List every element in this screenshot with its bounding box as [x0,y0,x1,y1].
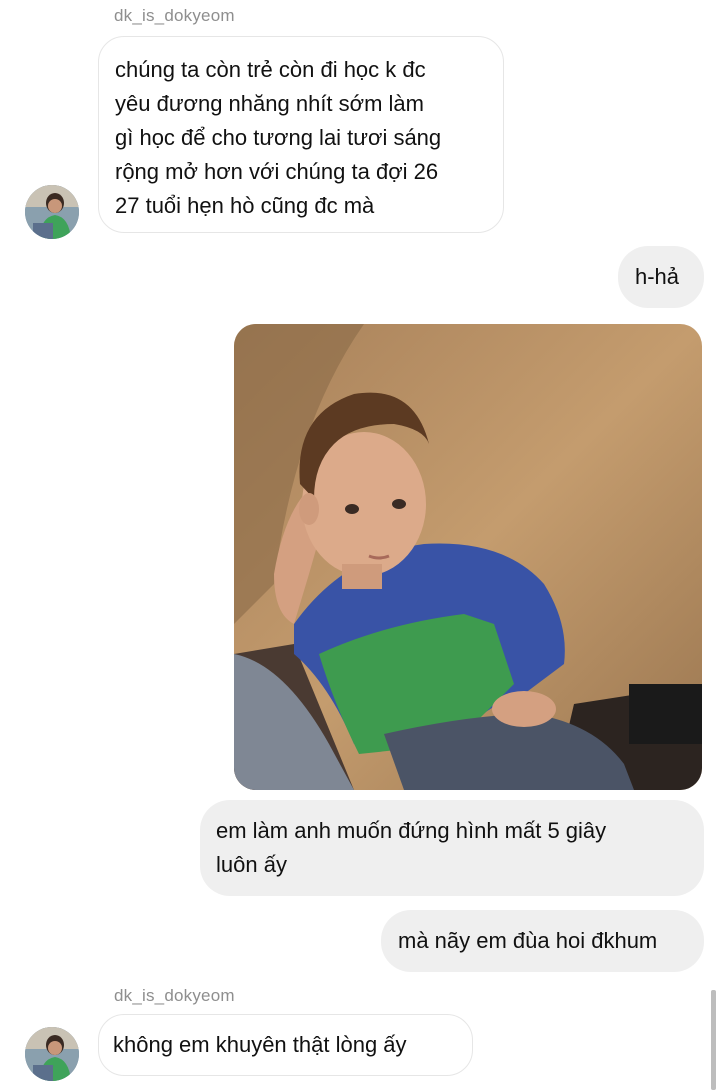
outgoing-message-bubble[interactable]: h-hả [618,246,704,308]
message-line: yêu đương nhăng nhít sớm làm [115,91,424,116]
sender-name: dk_is_dokyeom [114,986,235,1005]
message-line: em làm anh muốn đứng hình mất 5 giây [216,818,607,843]
user-avatar-icon [25,1027,79,1081]
avatar[interactable] [25,1027,79,1081]
message-line: rộng mở hơn với chúng ta đợi 26 [115,159,439,184]
outgoing-message-bubble[interactable]: mà nãy em đùa hoi đkhum [381,910,704,972]
message-text: không em khuyên thật lòng ấy [113,1032,407,1057]
avatar[interactable] [25,185,79,239]
boy-photo-icon [234,324,702,790]
message-text: mà nãy em đùa hoi đkhum [398,928,658,953]
incoming-message-bubble[interactable]: chúng ta còn trẻ còn đi học k đc yêu đươ… [98,36,504,233]
outgoing-message-bubble[interactable]: em làm anh muốn đứng hình mất 5 giây luô… [200,800,704,896]
user-avatar-icon [25,185,79,239]
message-line: gì học để cho tương lai tươi sáng [115,125,442,150]
scrollbar[interactable] [711,990,716,1090]
shared-photo[interactable] [234,324,702,790]
incoming-message-bubble[interactable]: không em khuyên thật lòng ấy [98,1014,473,1076]
message-line: 27 tuổi hẹn hò cũng đc mà [115,193,375,218]
message-line: luôn ấy [216,852,287,877]
message-line: chúng ta còn trẻ còn đi học k đc [115,57,426,82]
sender-name: dk_is_dokyeom [114,6,235,25]
message-text: h-hả [635,264,680,289]
